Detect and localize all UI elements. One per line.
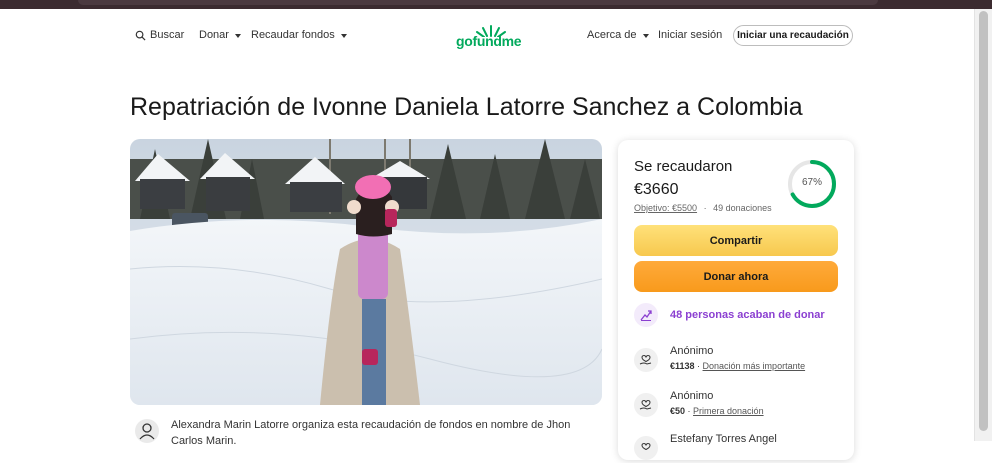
search-icon — [135, 30, 146, 41]
donor-row: Anónimo €1138 · Donación más importante — [634, 345, 844, 375]
donor-icon-wrap — [634, 348, 658, 372]
donor-name: Estefany Torres Angel — [670, 433, 777, 445]
chevron-down-icon — [642, 33, 649, 38]
donations-count: 49 donaciones — [713, 203, 772, 213]
donation-card: Se recaudaron €3660 Objetivo: €5500 · 49… — [618, 140, 854, 460]
donor-amount: €50 — [670, 406, 686, 416]
donor-icon-wrap — [634, 393, 658, 417]
donor-details: €50 · Primera donación — [670, 406, 764, 416]
chevron-down-icon — [340, 33, 347, 38]
donate-menu-label: Donar — [199, 29, 229, 41]
raised-label: Se recaudaron — [634, 158, 733, 175]
login-link[interactable]: Iniciar sesión — [658, 29, 722, 41]
address-bar[interactable] — [78, 0, 878, 5]
donor-row: Estefany Torres Angel — [634, 433, 844, 463]
scrollbar[interactable] — [974, 9, 992, 441]
trending-icon-wrap — [634, 303, 658, 327]
chevron-down-icon — [234, 33, 241, 38]
scrollbar-thumb[interactable] — [979, 11, 988, 431]
logo-text: gofundme — [456, 33, 522, 49]
recent-donors-text[interactable]: 48 personas acaban de donar — [670, 309, 825, 321]
user-icon — [139, 423, 155, 440]
trending-up-icon — [640, 310, 652, 321]
progress-ring: 67% — [786, 158, 838, 210]
progress-label: 67% — [801, 177, 822, 188]
search-label: Buscar — [150, 29, 185, 41]
campaign-photo-illustration — [130, 139, 602, 405]
start-fundraiser-button[interactable]: Iniciar una recaudación — [733, 25, 853, 46]
about-menu[interactable]: Acerca de — [587, 29, 649, 41]
search-link[interactable]: Buscar — [135, 29, 184, 41]
fundraise-menu[interactable]: Recaudar fondos — [251, 29, 347, 41]
donor-icon-wrap — [634, 436, 658, 460]
goal-line: Objetivo: €5500 · 49 donaciones — [634, 203, 772, 213]
goal-link[interactable]: Objetivo: €5500 — [634, 203, 697, 213]
heart-hand-icon — [639, 355, 652, 365]
donate-now-button[interactable]: Donar ahora — [634, 261, 838, 292]
raised-amount: €3660 — [634, 181, 679, 198]
donor-details: €1138 · Donación más importante — [670, 361, 806, 371]
browser-chrome — [0, 0, 992, 9]
heart-hand-icon — [639, 400, 652, 410]
donor-row: Anónimo €50 · Primera donación — [634, 390, 844, 420]
donate-menu[interactable]: Donar — [199, 29, 241, 41]
donor-amount: €1138 — [670, 361, 695, 371]
about-menu-label: Acerca de — [587, 29, 637, 41]
campaign-photo[interactable] — [130, 139, 602, 405]
organizer-row: Alexandra Marin Latorre organiza esta re… — [135, 417, 575, 447]
organizer-avatar — [135, 419, 159, 443]
share-button[interactable]: Compartir — [634, 225, 838, 256]
donor-name: Anónimo — [670, 345, 714, 357]
donor-tag-link[interactable]: Primera donación — [693, 406, 764, 416]
gofundme-logo[interactable]: gofundme — [456, 23, 528, 49]
separator: · — [703, 203, 707, 213]
organizer-text: Alexandra Marin Latorre organiza esta re… — [171, 419, 571, 447]
fundraise-menu-label: Recaudar fondos — [251, 29, 335, 41]
page-title: Repatriación de Ivonne Daniela Latorre S… — [130, 93, 803, 121]
login-label: Iniciar sesión — [658, 29, 723, 41]
donor-name: Anónimo — [670, 390, 714, 402]
donor-tag-link[interactable]: Donación más importante — [703, 361, 806, 371]
heart-hand-icon — [641, 443, 651, 451]
